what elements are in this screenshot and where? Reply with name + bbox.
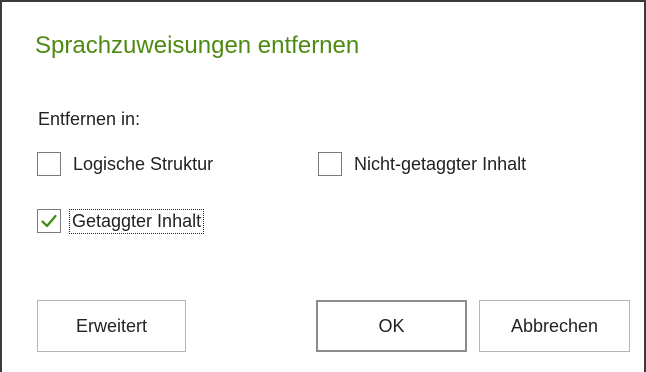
untagged-content-option[interactable]: Nicht-getaggter Inhalt (318, 150, 528, 178)
logical-structure-checkbox[interactable] (37, 152, 61, 176)
remove-language-dialog: Sprachzuweisungen entfernen Entfernen in… (0, 0, 646, 372)
logical-structure-option[interactable]: Logische Struktur (37, 150, 215, 178)
ok-button[interactable]: OK (316, 300, 467, 352)
advanced-button[interactable]: Erweitert (37, 300, 186, 352)
untagged-content-label[interactable]: Nicht-getaggter Inhalt (352, 153, 528, 176)
cancel-button[interactable]: Abbrechen (479, 300, 630, 352)
untagged-content-checkbox[interactable] (318, 152, 342, 176)
tagged-content-label[interactable]: Getaggter Inhalt (69, 208, 205, 234)
tagged-content-checkbox[interactable] (37, 209, 61, 233)
logical-structure-label[interactable]: Logische Struktur (71, 153, 215, 176)
tagged-content-option[interactable]: Getaggter Inhalt (37, 207, 205, 235)
dialog-title: Sprachzuweisungen entfernen (35, 32, 360, 59)
remove-in-label: Entfernen in: (38, 109, 141, 129)
checkmark-icon (41, 214, 57, 228)
